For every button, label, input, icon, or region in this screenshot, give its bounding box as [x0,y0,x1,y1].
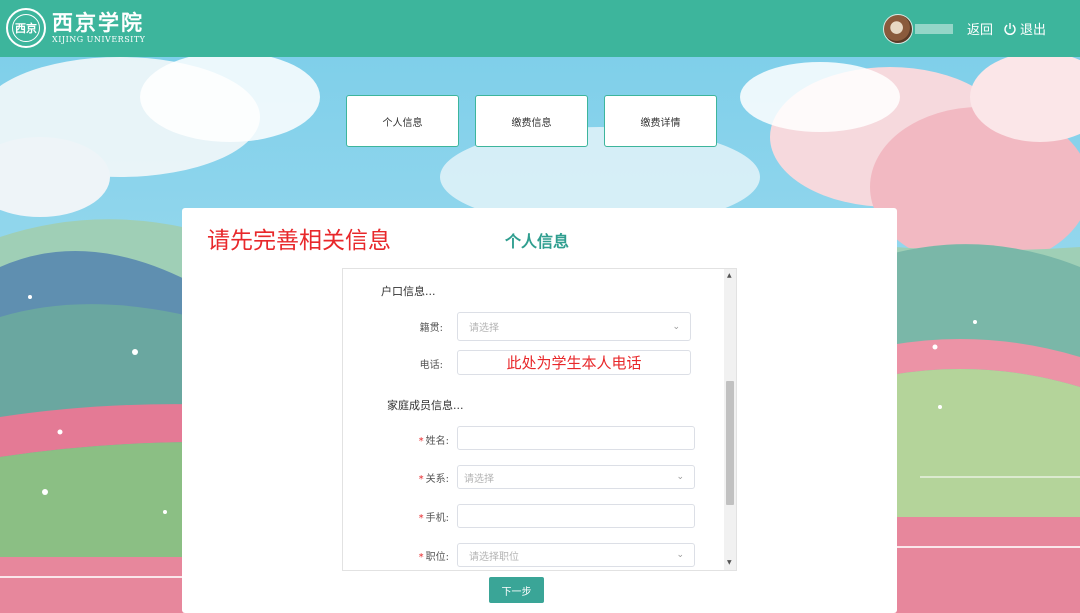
mobile-label: * 手机: [418,513,449,524]
native-place-placeholder: 请选择 [469,323,499,334]
native-place-label: 籍贯: [419,323,443,334]
university-seal-icon: 西京 [6,8,46,48]
university-logo: 西京 西京学院 XIJING UNIVERSITY [6,8,145,48]
position-placeholder: 请选择职位 [469,551,519,563]
required-mark: * [418,513,424,524]
main-card: 请先完善相关信息 个人信息 户口信息... 籍贯: 请选择 ⌄ 电话: 此处为学… [182,208,897,613]
avatar[interactable] [882,13,913,44]
university-name-en: XIJING UNIVERSITY [52,35,146,44]
chevron-down-icon: ⌄ [672,322,680,332]
position-select[interactable]: 请选择职位 ⌄ [457,543,695,567]
seal-text: 西京 [12,14,40,42]
scroll-up-arrow-icon[interactable]: ▲ [727,273,732,279]
position-label: * 职位: [418,552,449,563]
power-icon [1003,22,1017,36]
family-group-title: 家庭成员信息... [387,399,464,412]
username-redacted [914,23,953,34]
notice-text: 请先完善相关信息 [207,228,391,254]
tab-payment-info[interactable]: 缴费信息 [475,95,588,147]
form-scroll-area[interactable]: 户口信息... 籍贯: 请选择 ⌄ 电话: 此处为学生本人电话 家庭成员信息..… [342,268,737,571]
scrollbar-thumb[interactable] [726,381,734,505]
tab-payment-details[interactable]: 缴费详情 [604,95,717,147]
required-mark: * [418,474,424,485]
phone-label: 电话: [419,360,443,371]
relation-label: * 关系: [418,474,449,485]
chevron-down-icon: ⌄ [676,550,684,560]
tab-personal-info[interactable]: 个人信息 [346,95,459,147]
phone-input[interactable]: 此处为学生本人电话 [457,350,691,375]
required-mark: * [418,436,424,447]
back-link[interactable]: 返回 [967,19,993,38]
scroll-down-arrow-icon[interactable]: ▼ [727,560,732,566]
top-bar: 西京 西京学院 XIJING UNIVERSITY 返回 退出 [0,0,1080,57]
member-name-label: * 姓名: [418,436,449,447]
member-name-input[interactable] [457,426,695,450]
university-name-cn: 西京学院 [52,10,144,35]
household-group-title: 户口信息... [381,285,436,298]
chevron-down-icon: ⌄ [676,472,684,482]
section-title: 个人信息 [505,232,570,251]
logout-button[interactable]: 退出 [1003,19,1046,38]
mobile-input[interactable] [457,504,695,528]
native-place-select[interactable]: 请选择 ⌄ [457,312,691,341]
relation-placeholder: 请选择 [464,473,494,485]
relation-select[interactable]: 请选择 ⌄ [457,465,695,489]
user-area: 返回 退出 [882,0,1080,57]
logout-label: 退出 [1019,23,1046,38]
next-step-button[interactable]: 下一步 [489,577,544,603]
vertical-scrollbar[interactable]: ▲ ▼ [724,269,736,570]
required-mark: * [418,552,424,563]
